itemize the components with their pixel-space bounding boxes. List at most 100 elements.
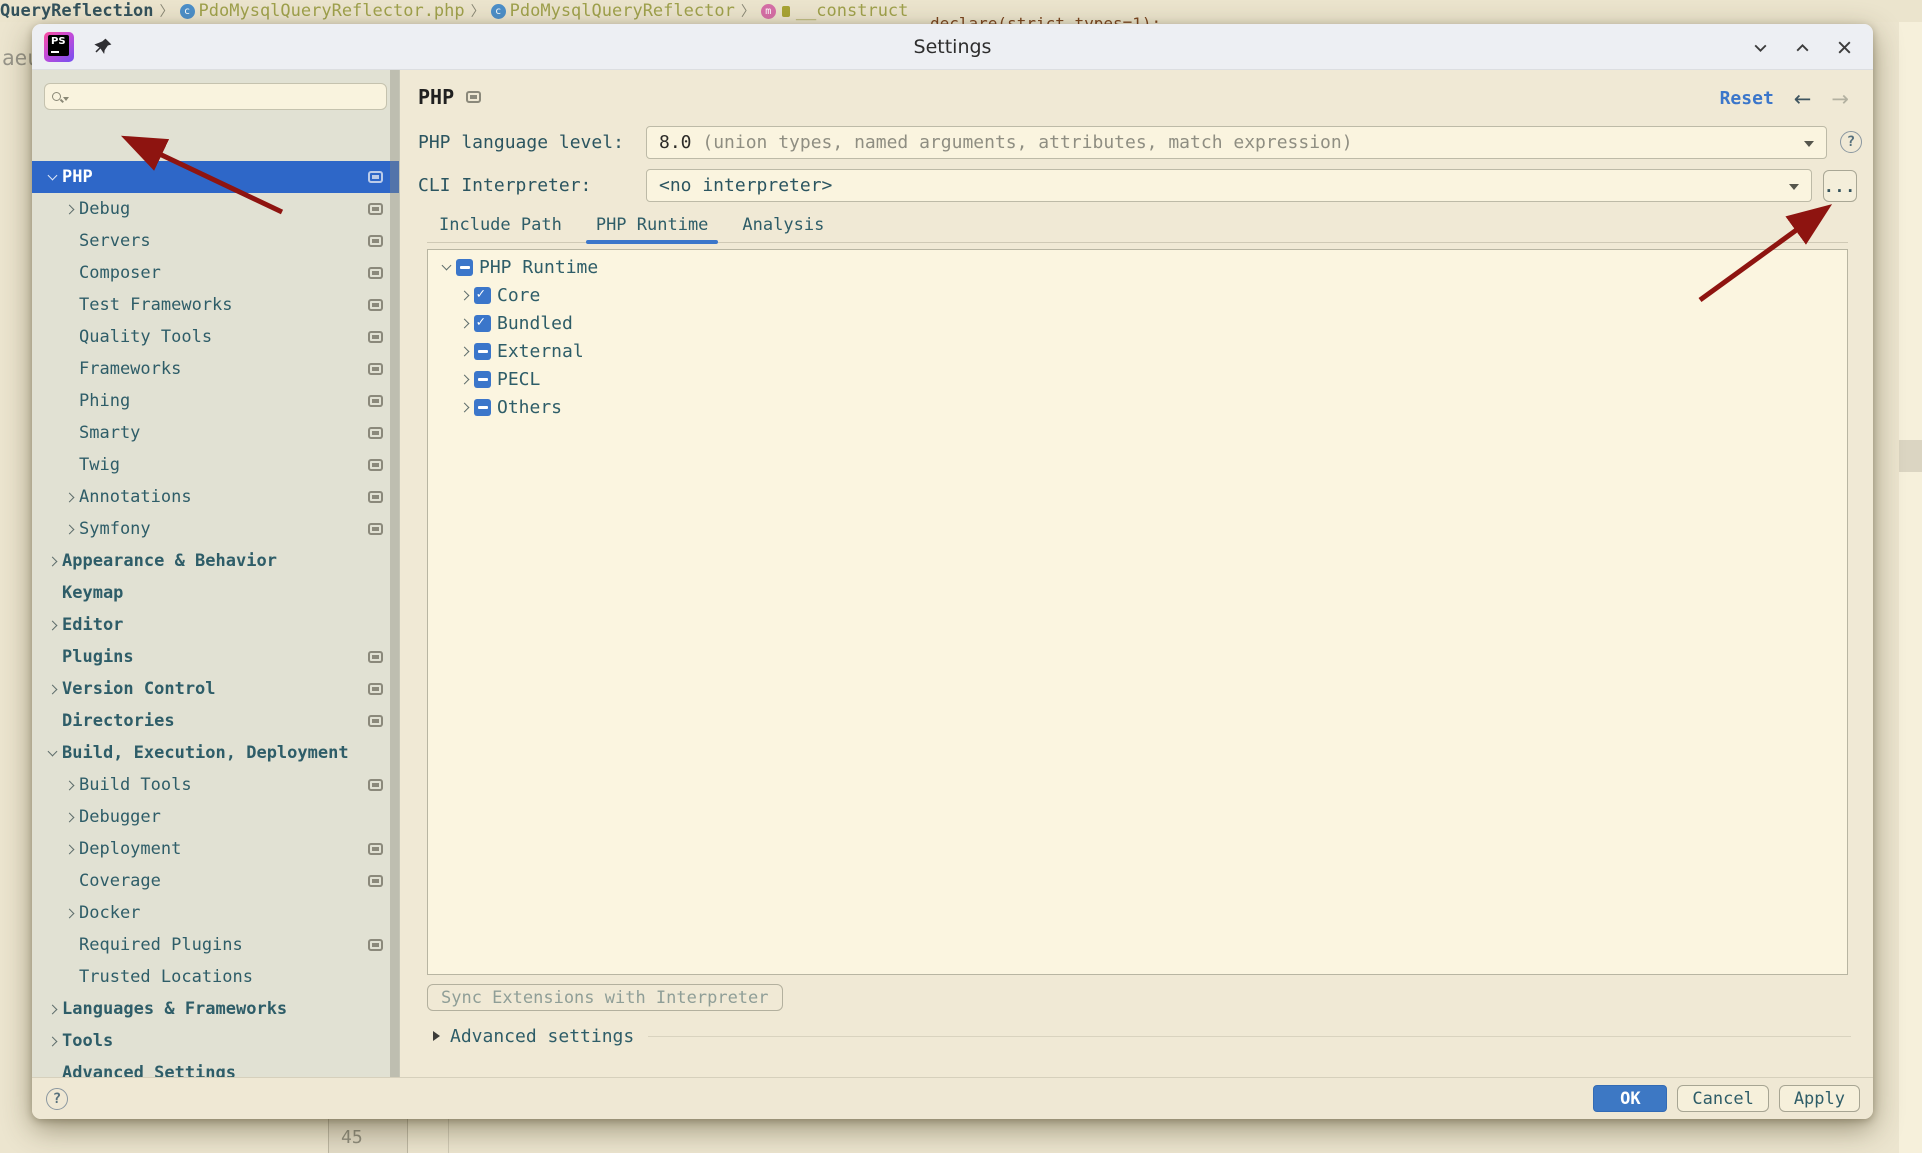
breadcrumb-item-pdomysqlqueryreflector[interactable]: PdoMysqlQueryReflector xyxy=(510,1,735,21)
sidebar-item-frameworks[interactable]: Frameworks xyxy=(32,353,399,385)
ok-button[interactable]: OK xyxy=(1593,1085,1668,1112)
partial-checkbox[interactable] xyxy=(456,258,473,276)
sidebar-item-smarty[interactable]: Smarty xyxy=(32,417,399,449)
language-level-select[interactable]: 8.0 (union types, named arguments, attri… xyxy=(646,126,1827,159)
sidebar-item-required-plugins[interactable]: Required Plugins xyxy=(32,929,399,961)
language-level-help-icon[interactable]: ? xyxy=(1840,131,1862,153)
sidebar-item-advanced-settings[interactable]: Advanced Settings xyxy=(32,1057,399,1077)
chevron-right-icon[interactable] xyxy=(457,402,471,412)
forward-arrow-icon[interactable]: → xyxy=(1831,88,1849,109)
checked-checkbox[interactable] xyxy=(474,286,491,304)
chevron-right-icon[interactable] xyxy=(457,374,471,384)
chevron-right-icon[interactable] xyxy=(46,684,59,694)
sidebar-item-plugins[interactable]: Plugins xyxy=(32,641,399,673)
chevron-right-icon[interactable] xyxy=(46,1036,59,1046)
tab-include-path[interactable]: Include Path xyxy=(429,210,572,243)
close-icon[interactable] xyxy=(1835,38,1853,56)
sidebar-item-trusted-locations[interactable]: Trusted Locations xyxy=(32,961,399,993)
chevron-right-icon[interactable] xyxy=(63,844,76,854)
maximize-chevron-up-icon[interactable] xyxy=(1793,38,1811,56)
chevron-right-icon[interactable] xyxy=(63,204,76,214)
cli-interpreter-browse-button[interactable]: ... xyxy=(1823,170,1857,202)
sidebar-item-build-execution-deployment[interactable]: Build, Execution, Deployment xyxy=(32,737,399,769)
minimize-chevron-down-icon[interactable] xyxy=(1751,38,1769,56)
sidebar-item-debug[interactable]: Debug xyxy=(32,193,399,225)
chevron-right-icon[interactable] xyxy=(457,318,471,328)
chevron-down-icon[interactable] xyxy=(46,746,59,757)
sidebar-item-test-frameworks[interactable]: Test Frameworks xyxy=(32,289,399,321)
tree-item-php-runtime[interactable]: PHP Runtime xyxy=(428,253,1847,281)
tree-item-external[interactable]: External xyxy=(428,337,1847,365)
cancel-button[interactable]: Cancel xyxy=(1677,1085,1769,1112)
chevron-right-icon[interactable] xyxy=(63,812,76,822)
configurable-icon xyxy=(368,651,383,663)
sidebar-item-build-tools[interactable]: Build Tools xyxy=(32,769,399,801)
sidebar-item-symfony[interactable]: Symfony xyxy=(32,513,399,545)
sidebar-item-tools[interactable]: Tools xyxy=(32,1025,399,1057)
breadcrumb-item-queryreflection[interactable]: QueryReflection xyxy=(0,1,154,21)
chevron-right-icon[interactable] xyxy=(46,556,59,566)
reset-link[interactable]: Reset xyxy=(1720,88,1774,109)
search-icon xyxy=(52,92,61,101)
sync-extensions-button[interactable]: Sync Extensions with Interpreter xyxy=(427,984,783,1011)
breadcrumb-item-pdomysqlqueryreflector-php[interactable]: PdoMysqlQueryReflector.php xyxy=(199,1,465,21)
sidebar-item-docker[interactable]: Docker xyxy=(32,897,399,929)
tab-analysis[interactable]: Analysis xyxy=(732,210,834,243)
breadcrumb-item-construct[interactable]: __construct xyxy=(796,1,909,21)
partial-checkbox[interactable] xyxy=(474,342,491,360)
tab-php-runtime[interactable]: PHP Runtime xyxy=(585,210,719,244)
chevron-right-icon[interactable] xyxy=(457,290,471,300)
chevron-right-icon[interactable] xyxy=(63,524,76,534)
partial-checkbox[interactable] xyxy=(474,398,491,416)
partial-checkbox[interactable] xyxy=(474,370,491,388)
search-options-caret-icon[interactable] xyxy=(63,96,69,101)
sidebar-item-composer[interactable]: Composer xyxy=(32,257,399,289)
sidebar-item-appearance-behavior[interactable]: Appearance & Behavior xyxy=(32,545,399,577)
sidebar-item-label: Twig xyxy=(79,455,120,475)
sidebar-item-label: Debug xyxy=(79,199,131,219)
chevron-right-icon[interactable] xyxy=(63,908,76,918)
sidebar-item-quality-tools[interactable]: Quality Tools xyxy=(32,321,399,353)
checked-checkbox[interactable] xyxy=(474,314,491,332)
chevron-down-icon[interactable] xyxy=(46,170,59,181)
sidebar-item-editor[interactable]: Editor xyxy=(32,609,399,641)
tree-item-pecl[interactable]: PECL xyxy=(428,365,1847,393)
sidebar-scrollbar[interactable] xyxy=(390,70,399,1077)
tree-item-bundled[interactable]: Bundled xyxy=(428,309,1847,337)
sidebar-item-label: Languages & Frameworks xyxy=(62,999,288,1019)
help-button[interactable]: ? xyxy=(46,1088,68,1110)
sidebar-item-servers[interactable]: Servers xyxy=(32,225,399,257)
sidebar-item-twig[interactable]: Twig xyxy=(32,449,399,481)
tree-item-core[interactable]: Core xyxy=(428,281,1847,309)
chevron-right-icon[interactable] xyxy=(63,780,76,790)
chevron-down-icon[interactable] xyxy=(439,260,453,271)
sidebar-item-phing[interactable]: Phing xyxy=(32,385,399,417)
chevron-right-icon[interactable] xyxy=(457,346,471,356)
sidebar-item-coverage[interactable]: Coverage xyxy=(32,865,399,897)
tree-item-others[interactable]: Others xyxy=(428,393,1847,421)
sidebar-item-debugger[interactable]: Debugger xyxy=(32,801,399,833)
apply-button[interactable]: Apply xyxy=(1778,1085,1860,1112)
sidebar-item-php[interactable]: PHP xyxy=(32,161,399,193)
search-input[interactable] xyxy=(75,87,355,106)
advanced-settings-label: Advanced settings xyxy=(450,1025,635,1047)
sidebar-item-directories[interactable]: Directories xyxy=(32,705,399,737)
sidebar-item-annotations[interactable]: Annotations xyxy=(32,481,399,513)
settings-search-box[interactable] xyxy=(44,83,387,110)
advanced-settings-toggle[interactable]: Advanced settings xyxy=(427,1022,1851,1050)
chevron-right-icon[interactable] xyxy=(46,620,59,630)
chevron-right-icon[interactable] xyxy=(46,1004,59,1014)
sidebar-item-keymap[interactable]: Keymap xyxy=(32,577,399,609)
chevron-right-icon[interactable] xyxy=(63,492,76,502)
tree-item-label: External xyxy=(497,340,584,362)
sidebar-item-languages-frameworks[interactable]: Languages & Frameworks xyxy=(32,993,399,1025)
back-arrow-icon[interactable]: ← xyxy=(1794,88,1812,109)
page-settings-icon xyxy=(466,91,482,103)
language-level-detail: (union types, named arguments, attribute… xyxy=(691,132,1353,153)
cli-interpreter-select[interactable]: <no interpreter> xyxy=(646,169,1812,202)
sidebar-item-version-control[interactable]: Version Control xyxy=(32,673,399,705)
editor-scrollbar-track xyxy=(1899,22,1922,1153)
pin-icon[interactable] xyxy=(94,37,113,60)
dialog-titlebar: PS Settings xyxy=(32,24,1873,70)
sidebar-item-deployment[interactable]: Deployment xyxy=(32,833,399,865)
